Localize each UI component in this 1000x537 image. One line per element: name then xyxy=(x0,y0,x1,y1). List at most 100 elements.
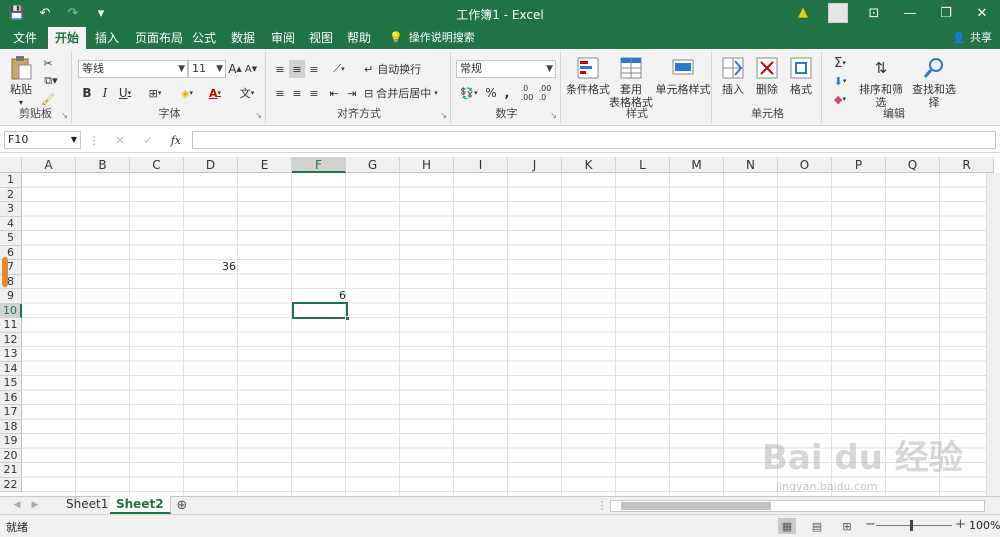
copy-icon[interactable]: ⧉▾ xyxy=(40,73,62,89)
horizontal-scrollbar[interactable] xyxy=(610,500,985,512)
tab-data[interactable]: 数据 xyxy=(224,27,262,49)
currency-icon[interactable]: 💱 ▾ xyxy=(457,84,481,102)
insert-function-icon[interactable]: fx xyxy=(166,131,186,149)
column-header-d[interactable]: D xyxy=(184,157,238,173)
decrease-decimal-icon[interactable]: .00.0 xyxy=(537,84,553,102)
normal-view-icon[interactable]: ▦ xyxy=(778,518,796,534)
tab-view[interactable]: 视图 xyxy=(302,27,340,49)
column-header-m[interactable]: M xyxy=(670,157,724,173)
row-header-11[interactable]: 11 xyxy=(0,318,22,333)
column-header-r[interactable]: R xyxy=(940,157,994,173)
scroll-thumb[interactable] xyxy=(621,502,771,510)
cell-d7[interactable]: 36 xyxy=(184,260,236,274)
zoom-out-button[interactable]: − xyxy=(865,517,876,532)
split-grip[interactable]: ⋮ xyxy=(597,497,608,513)
column-header-f[interactable]: F xyxy=(292,157,346,173)
row-header-1[interactable]: 1 xyxy=(0,173,22,188)
increase-indent-icon[interactable]: ⇥ xyxy=(344,84,360,102)
column-header-a[interactable]: A xyxy=(22,157,76,173)
column-header-g[interactable]: G xyxy=(346,157,400,173)
scroll-left-icon[interactable]: ◀ xyxy=(10,497,24,513)
column-header-q[interactable]: Q xyxy=(886,157,940,173)
column-header-o[interactable]: O xyxy=(778,157,832,173)
column-header-e[interactable]: E xyxy=(238,157,292,173)
page-layout-view-icon[interactable]: ▤ xyxy=(808,518,826,534)
row-header-12[interactable]: 12 xyxy=(0,332,22,347)
row-header-9[interactable]: 9 xyxy=(0,289,22,304)
active-cell-f10[interactable] xyxy=(292,302,350,321)
row-header-15[interactable]: 15 xyxy=(0,376,22,391)
align-center-icon[interactable]: ≡ xyxy=(289,84,305,102)
decrease-indent-icon[interactable]: ⇤ xyxy=(326,84,342,102)
insert-cells-button[interactable]: 插入 xyxy=(718,55,748,96)
row-header-14[interactable]: 14 xyxy=(0,361,22,376)
bold-button[interactable]: B xyxy=(80,84,94,102)
row-header-21[interactable]: 21 xyxy=(0,463,22,478)
sheet-tab-sheet2[interactable]: Sheet2 xyxy=(110,496,171,514)
zoom-in-button[interactable]: + xyxy=(955,517,966,532)
align-right-icon[interactable]: ≡ xyxy=(306,84,322,102)
shrink-font-button[interactable]: A ▼ xyxy=(244,60,258,78)
dialog-launcher-icon[interactable]: ↘ xyxy=(550,111,557,120)
wrap-text-button[interactable]: ↵ 自动换行 xyxy=(364,60,444,78)
row-header-5[interactable]: 5 xyxy=(0,231,22,246)
row-header-13[interactable]: 13 xyxy=(0,347,22,362)
select-all-corner[interactable] xyxy=(0,157,22,173)
increase-decimal-icon[interactable]: .0.00 xyxy=(519,84,535,102)
name-box[interactable]: F10 ▼ xyxy=(4,131,81,149)
tab-help[interactable]: 帮助 xyxy=(340,27,378,49)
row-header-18[interactable]: 18 xyxy=(0,419,22,434)
minimize-button[interactable]: — xyxy=(892,0,928,27)
align-top-icon[interactable]: ≡ xyxy=(272,60,288,78)
formula-input[interactable] xyxy=(192,131,996,149)
italic-button[interactable]: I xyxy=(98,84,112,102)
underline-button[interactable]: U ▾ xyxy=(114,84,136,102)
sort-filter-button[interactable]: ⇅ 排序和筛选 xyxy=(856,55,906,109)
column-header-j[interactable]: J xyxy=(508,157,562,173)
fill-color-icon[interactable]: ◈ ▾ xyxy=(174,84,200,102)
row-header-10[interactable]: 10 xyxy=(0,303,22,318)
row-header-16[interactable]: 16 xyxy=(0,390,22,405)
scroll-right-icon[interactable]: ▶ xyxy=(28,497,42,513)
comma-button[interactable]: , xyxy=(501,84,513,102)
conditional-format-button[interactable]: 条件格式 xyxy=(566,55,610,96)
ribbon-display-icon[interactable]: ⊡ xyxy=(856,0,892,27)
enter-icon[interactable]: ✓ xyxy=(140,131,156,149)
cell-styles-button[interactable]: 单元格样式 xyxy=(655,55,711,96)
row-header-17[interactable]: 17 xyxy=(0,405,22,420)
column-header-c[interactable]: C xyxy=(130,157,184,173)
column-header-l[interactable]: L xyxy=(616,157,670,173)
align-left-icon[interactable]: ≡ xyxy=(272,84,288,102)
warning-icon[interactable]: ▲ xyxy=(798,5,808,20)
column-header-i[interactable]: I xyxy=(454,157,508,173)
fill-icon[interactable]: ⬇ ▾ xyxy=(828,73,852,89)
format-as-table-button[interactable]: 套用 表格格式 xyxy=(609,55,653,109)
font-size-select[interactable]: 11 ▼ xyxy=(188,60,226,78)
column-header-h[interactable]: H xyxy=(400,157,454,173)
orientation-icon[interactable]: ⟋ ▾ xyxy=(328,60,350,78)
tab-page-layout[interactable]: 页面布局 xyxy=(128,27,190,49)
tab-home[interactable]: 开始 xyxy=(48,27,87,49)
align-middle-icon[interactable]: ≡ xyxy=(289,60,305,78)
fill-handle[interactable] xyxy=(345,316,350,321)
cut-icon[interactable]: ✂ xyxy=(40,55,56,71)
paste-button[interactable]: 粘贴 ▾ xyxy=(6,55,36,109)
row-header-20[interactable]: 20 xyxy=(0,448,22,463)
row-header-22[interactable]: 22 xyxy=(0,477,22,492)
avatar[interactable] xyxy=(828,3,848,23)
zoom-level[interactable]: 100% xyxy=(969,519,1000,532)
percent-button[interactable]: % xyxy=(484,84,498,102)
cancel-icon[interactable]: ✕ xyxy=(112,131,128,149)
page-break-view-icon[interactable]: ⊞ xyxy=(838,518,856,534)
tab-review[interactable]: 审阅 xyxy=(264,27,302,49)
row-header-19[interactable]: 19 xyxy=(0,434,22,449)
restore-button[interactable]: ❐ xyxy=(928,0,964,27)
find-select-button[interactable]: 查找和选择 xyxy=(908,55,960,109)
zoom-slider[interactable] xyxy=(876,525,952,526)
format-cells-button[interactable]: 格式 xyxy=(786,55,816,96)
column-header-p[interactable]: P xyxy=(832,157,886,173)
dialog-launcher-icon[interactable]: ↘ xyxy=(255,111,262,120)
tab-formulas[interactable]: 公式 xyxy=(185,27,223,49)
share-button[interactable]: 👤 共享 xyxy=(952,27,992,49)
align-bottom-icon[interactable]: ≡ xyxy=(306,60,322,78)
